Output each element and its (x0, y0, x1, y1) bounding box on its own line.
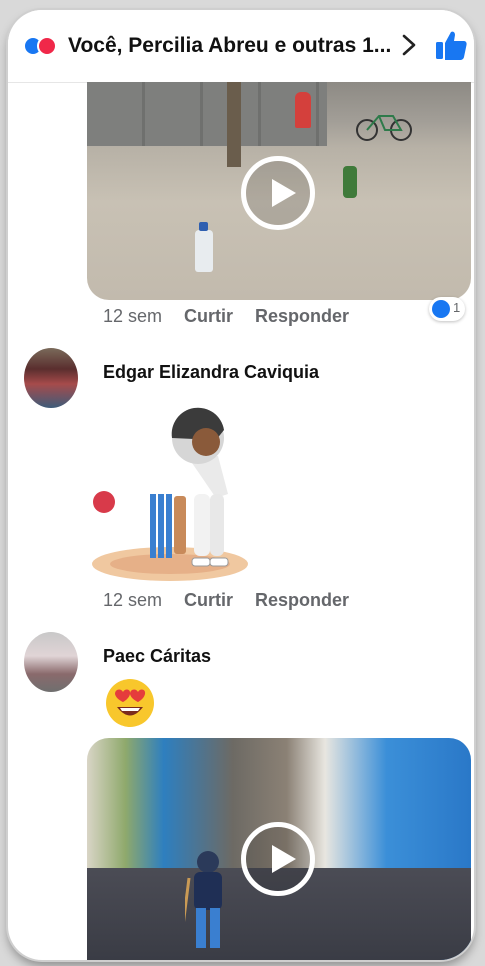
comment-actions: 12 sem Curtir Responder (103, 590, 371, 611)
reaction-count: 1 (453, 300, 461, 315)
reactions-summary[interactable]: Você, Percilia Abreu e outras 1... (68, 34, 391, 58)
comment-actions: 12 sem Curtir Responder (103, 306, 371, 327)
reply-button[interactable]: Responder (255, 306, 349, 326)
comment-video-2[interactable] (87, 738, 471, 960)
comment-video-1[interactable] (87, 82, 471, 300)
chevron-right-icon[interactable] (394, 30, 424, 60)
video-thumbnail-bottle (195, 222, 213, 272)
video-thumbnail-person (295, 92, 311, 128)
cricket-batsman-sticker (92, 407, 248, 581)
comment-timestamp: 12 sem (103, 590, 163, 610)
video-thumbnail-person (185, 851, 222, 948)
thumbs-up-icon[interactable] (434, 29, 468, 61)
avatar[interactable] (24, 632, 78, 692)
play-button[interactable] (241, 156, 315, 230)
comment-author[interactable]: Paec Cáritas (103, 646, 211, 667)
love-reaction-icon (37, 36, 57, 56)
reply-button[interactable]: Responder (255, 590, 349, 610)
like-comment-button[interactable]: Curtir (184, 306, 233, 326)
heart-eyes-emoji (106, 679, 154, 727)
reaction-icons (23, 36, 59, 58)
comment-timestamp: 12 sem (103, 306, 163, 326)
comment-author[interactable]: Edgar Elizandra Caviquia (103, 362, 319, 383)
reaction-count-badge[interactable]: 1 (429, 297, 465, 321)
video-thumbnail-wall (87, 82, 327, 146)
reactions-header[interactable]: Você, Percilia Abreu e outras 1... (8, 10, 474, 83)
video-thumbnail-bicycle (356, 115, 412, 141)
avatar[interactable] (24, 348, 78, 408)
like-reaction-icon (432, 300, 450, 318)
like-comment-button[interactable]: Curtir (184, 590, 233, 610)
comments-screen: Você, Percilia Abreu e outras 1... 12 se… (8, 10, 474, 960)
video-thumbnail-bottle (343, 166, 357, 198)
video-thumbnail-post (227, 82, 241, 167)
play-button[interactable] (241, 822, 315, 896)
